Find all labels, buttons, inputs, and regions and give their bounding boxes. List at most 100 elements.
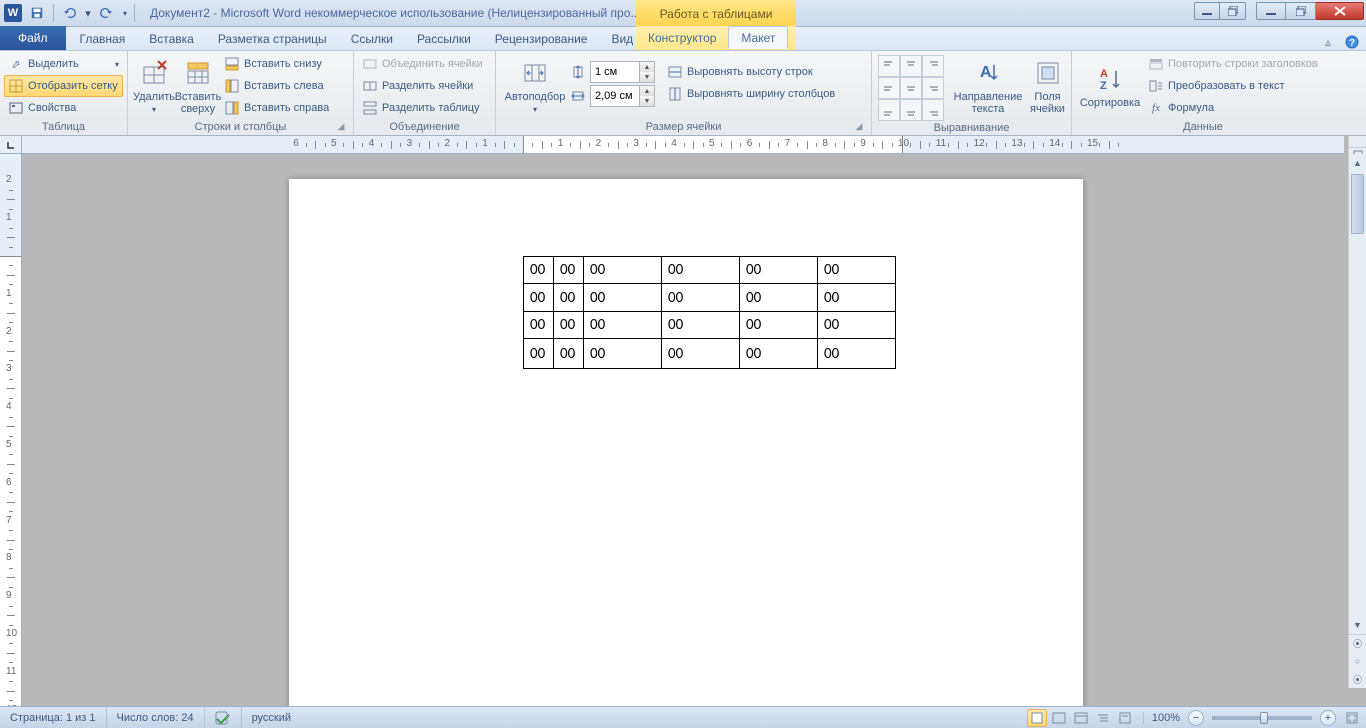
merge-cells-button[interactable]: Объединить ячейки: [358, 53, 491, 75]
table-cell[interactable]: 00: [554, 312, 584, 339]
draft-view[interactable]: [1115, 709, 1135, 727]
insert-below-button[interactable]: Вставить снизу: [220, 53, 333, 75]
tab-mailings[interactable]: Рассылки: [405, 27, 483, 50]
tab-references[interactable]: Ссылки: [339, 27, 405, 50]
insert-right-button[interactable]: Вставить справа: [220, 97, 333, 119]
app-minimize-button[interactable]: [1256, 2, 1286, 20]
select-button[interactable]: ⬀Выделить▾: [4, 53, 123, 75]
outline-view[interactable]: [1093, 709, 1113, 727]
sort-button[interactable]: AZ Сортировка: [1076, 53, 1144, 119]
align-tl[interactable]: [878, 55, 900, 77]
undo-dropdown[interactable]: ▾: [83, 2, 93, 24]
autofit-button[interactable]: Автоподбор▾: [500, 53, 570, 119]
cell-size-launcher[interactable]: ◢: [853, 121, 865, 133]
insert-above-button[interactable]: Вставить сверху: [176, 53, 220, 119]
align-tr[interactable]: [922, 55, 944, 77]
table-cell[interactable]: 00: [524, 257, 554, 284]
align-br[interactable]: [922, 99, 944, 121]
zoom-out-button[interactable]: −: [1188, 710, 1204, 726]
align-bc[interactable]: [900, 99, 922, 121]
next-page[interactable]: ⦿: [1349, 670, 1366, 688]
align-tc[interactable]: [900, 55, 922, 77]
app-close-button[interactable]: [1316, 2, 1364, 20]
scroll-up[interactable]: ▲: [1349, 154, 1366, 172]
col-width-input[interactable]: ▲▼: [590, 85, 655, 107]
language-indicator[interactable]: русский: [242, 707, 301, 728]
table-cell[interactable]: 00: [740, 257, 818, 284]
file-tab[interactable]: Файл: [0, 26, 66, 50]
table-cell[interactable]: 00: [584, 312, 662, 339]
table-cell[interactable]: 00: [554, 339, 584, 369]
table-cell[interactable]: 00: [584, 257, 662, 284]
spell-check-status[interactable]: [205, 707, 242, 728]
vertical-ruler[interactable]: 2112345678910111213141516: [0, 154, 22, 706]
vertical-scrollbar[interactable]: ▲ ▼ ⦿ ○ ⦿: [1348, 154, 1366, 688]
qat-customize-dropdown[interactable]: ▾: [119, 2, 131, 24]
tab-selector[interactable]: [0, 136, 22, 154]
word-count[interactable]: Число слов: 24: [107, 707, 205, 728]
zoom-slider[interactable]: [1212, 716, 1312, 720]
align-mc[interactable]: [900, 77, 922, 99]
web-layout-view[interactable]: [1071, 709, 1091, 727]
doc-restore-button[interactable]: [1220, 2, 1246, 20]
row-height-input[interactable]: ▲▼: [590, 61, 655, 83]
scroll-down[interactable]: ▼: [1349, 616, 1366, 634]
delete-button[interactable]: Удалить▾: [132, 53, 176, 119]
table-cell[interactable]: 00: [524, 339, 554, 369]
table-cell[interactable]: 00: [584, 284, 662, 312]
app-restore-button[interactable]: [1286, 2, 1316, 20]
cell-margins-button[interactable]: Поля ячейки: [1028, 53, 1067, 119]
table-cell[interactable]: 00: [662, 339, 740, 369]
table-cell[interactable]: 00: [554, 257, 584, 284]
view-gridlines-button[interactable]: Отобразить сетку: [4, 75, 123, 97]
table-cell[interactable]: 00: [662, 284, 740, 312]
doc-minimize-button[interactable]: [1194, 2, 1220, 20]
table-cell[interactable]: 00: [524, 284, 554, 312]
table-cell[interactable]: 00: [662, 257, 740, 284]
width-up[interactable]: ▲: [640, 86, 654, 96]
document-table[interactable]: 0000000000000000000000000000000000000000…: [523, 256, 896, 369]
tab-layout[interactable]: Макет: [728, 26, 788, 49]
rows-cols-launcher[interactable]: ◢: [335, 121, 347, 133]
tab-review[interactable]: Рецензирование: [483, 27, 600, 50]
tab-page-layout[interactable]: Разметка страницы: [206, 27, 339, 50]
split-cells-button[interactable]: Разделить ячейки: [358, 75, 491, 97]
page-indicator[interactable]: Страница: 1 из 1: [0, 707, 107, 728]
table-cell[interactable]: 00: [524, 312, 554, 339]
text-direction-button[interactable]: A Направление текста: [952, 53, 1024, 119]
properties-button[interactable]: Свойства: [4, 97, 123, 119]
height-up[interactable]: ▲: [640, 62, 654, 72]
tab-design[interactable]: Конструктор: [636, 26, 728, 49]
table-cell[interactable]: 00: [818, 284, 896, 312]
align-bl[interactable]: [878, 99, 900, 121]
table-cell[interactable]: 00: [818, 257, 896, 284]
tab-insert[interactable]: Вставка: [137, 27, 206, 50]
prev-page[interactable]: ⦿: [1349, 634, 1366, 652]
table-cell[interactable]: 00: [740, 312, 818, 339]
formula-button[interactable]: fxФормула: [1144, 97, 1322, 119]
height-down[interactable]: ▼: [640, 72, 654, 82]
print-layout-view[interactable]: [1027, 709, 1047, 727]
distribute-cols-button[interactable]: Выровнять ширину столбцов: [663, 83, 839, 105]
document-page[interactable]: 0000000000000000000000000000000000000000…: [289, 179, 1083, 706]
table-cell[interactable]: 00: [554, 284, 584, 312]
insert-left-button[interactable]: Вставить слева: [220, 75, 333, 97]
zoom-level[interactable]: 100%: [1143, 712, 1180, 724]
undo-button[interactable]: [59, 2, 81, 24]
table-cell[interactable]: 00: [818, 312, 896, 339]
horizontal-ruler[interactable]: 654321123456789101112131415: [22, 136, 1344, 154]
convert-to-text-button[interactable]: Преобразовать в текст: [1144, 75, 1322, 97]
save-button[interactable]: [26, 2, 48, 24]
tab-home[interactable]: Главная: [68, 27, 138, 50]
zoom-thumb[interactable]: [1260, 712, 1268, 724]
zoom-fit-button[interactable]: [1342, 709, 1362, 727]
zoom-in-button[interactable]: +: [1320, 710, 1336, 726]
browse-object[interactable]: ○: [1349, 652, 1366, 670]
help-button[interactable]: ?: [1344, 34, 1360, 50]
align-ml[interactable]: [878, 77, 900, 99]
scroll-thumb[interactable]: [1351, 174, 1364, 234]
table-cell[interactable]: 00: [584, 339, 662, 369]
full-screen-view[interactable]: [1049, 709, 1069, 727]
width-down[interactable]: ▼: [640, 96, 654, 106]
table-cell[interactable]: 00: [818, 339, 896, 369]
